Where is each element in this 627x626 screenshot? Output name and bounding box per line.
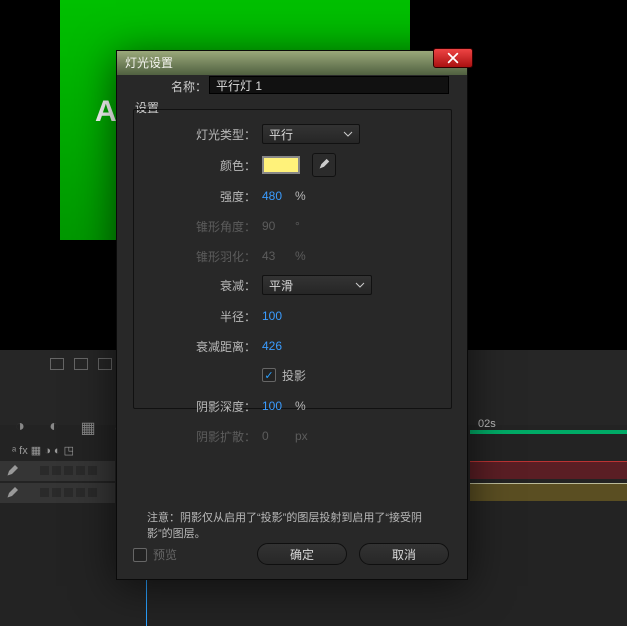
name-label: 名称： <box>171 78 207 95</box>
cone-feather-suffix: % <box>295 249 306 263</box>
preview-label: 预览 <box>153 546 177 563</box>
light-settings-dialog: 灯光设置 名称： 设置 灯光类型： 平行 颜色： 强度： 480 % 锥形角度：… <box>116 50 468 580</box>
cone-angle-suffix: ° <box>295 219 300 233</box>
cancel-button[interactable]: 取消 <box>359 543 449 565</box>
intensity-value[interactable]: 480 <box>262 189 292 203</box>
dialog-title-text: 灯光设置 <box>125 56 173 70</box>
switches-header: ᵃ fx ▦ ◑ ◐ ◳ <box>12 444 102 457</box>
layer-row-2[interactable] <box>0 483 115 503</box>
shadow-darkness-label: 阴影深度： <box>117 398 262 415</box>
radius-label: 半径： <box>117 308 262 325</box>
cone-angle-value: 90 <box>262 219 292 233</box>
close-icon <box>446 51 460 65</box>
color-label: 颜色： <box>117 157 262 174</box>
time-marker-02s: 02s <box>478 418 496 430</box>
cone-feather-label: 锥形羽化： <box>117 248 262 265</box>
falloff-value: 平滑 <box>269 277 293 294</box>
tool-shy-icon[interactable]: ◑ <box>10 418 30 438</box>
falloff-label: 衰减： <box>117 277 262 294</box>
work-area-bar[interactable] <box>470 430 627 434</box>
falloff-distance-value[interactable]: 426 <box>262 339 292 353</box>
intensity-suffix: % <box>295 189 306 203</box>
falloff-distance-label: 衰减距离： <box>117 338 262 355</box>
name-input[interactable] <box>209 76 449 94</box>
viewport-btn-1[interactable] <box>50 358 64 370</box>
viewport-btn-2[interactable] <box>74 358 88 370</box>
chevron-down-icon <box>355 280 365 290</box>
chevron-down-icon <box>343 129 353 139</box>
intensity-label: 强度： <box>117 188 262 205</box>
light-type-label: 灯光类型： <box>117 126 262 143</box>
eyedropper-icon <box>317 158 331 172</box>
tool-frame-icon[interactable]: ▦ <box>78 418 98 438</box>
color-swatch[interactable] <box>262 156 300 174</box>
cone-feather-value: 43 <box>262 249 292 263</box>
close-button[interactable] <box>433 48 473 68</box>
viewport-toolbar <box>50 358 112 370</box>
cast-shadow-checkbox[interactable] <box>262 368 276 382</box>
shadow-darkness-suffix: % <box>295 399 306 413</box>
shadow-diffusion-suffix: px <box>295 429 308 443</box>
shadow-diffusion-label: 阴影扩散： <box>117 428 262 445</box>
comp-letter: A <box>95 95 117 129</box>
shadow-darkness-value[interactable]: 100 <box>262 399 292 413</box>
tool-fx-icon[interactable]: ◐ <box>44 418 64 438</box>
preview-checkbox[interactable] <box>133 548 147 562</box>
layer-row-1[interactable] <box>0 461 115 481</box>
shadow-note: 注意：阴影仅从启用了“投影”的图层投射到启用了“接受阴影”的图层。 <box>147 510 442 542</box>
viewport-btn-3[interactable] <box>98 358 112 370</box>
shadow-diffusion-value: 0 <box>262 429 292 443</box>
cone-angle-label: 锥形角度： <box>117 218 262 235</box>
pencil-icon <box>6 465 18 477</box>
radius-value[interactable]: 100 <box>262 309 292 323</box>
dialog-titlebar[interactable]: 灯光设置 <box>117 51 467 75</box>
pencil-icon <box>6 487 18 499</box>
light-type-value: 平行 <box>269 126 293 143</box>
eyedropper-button[interactable] <box>312 153 336 177</box>
cast-shadow-label: 投影 <box>282 367 306 384</box>
falloff-select[interactable]: 平滑 <box>262 275 372 295</box>
ok-button[interactable]: 确定 <box>257 543 347 565</box>
light-type-select[interactable]: 平行 <box>262 124 360 144</box>
layer-1-bar[interactable] <box>470 461 627 479</box>
layer-2-bar[interactable] <box>470 483 627 501</box>
